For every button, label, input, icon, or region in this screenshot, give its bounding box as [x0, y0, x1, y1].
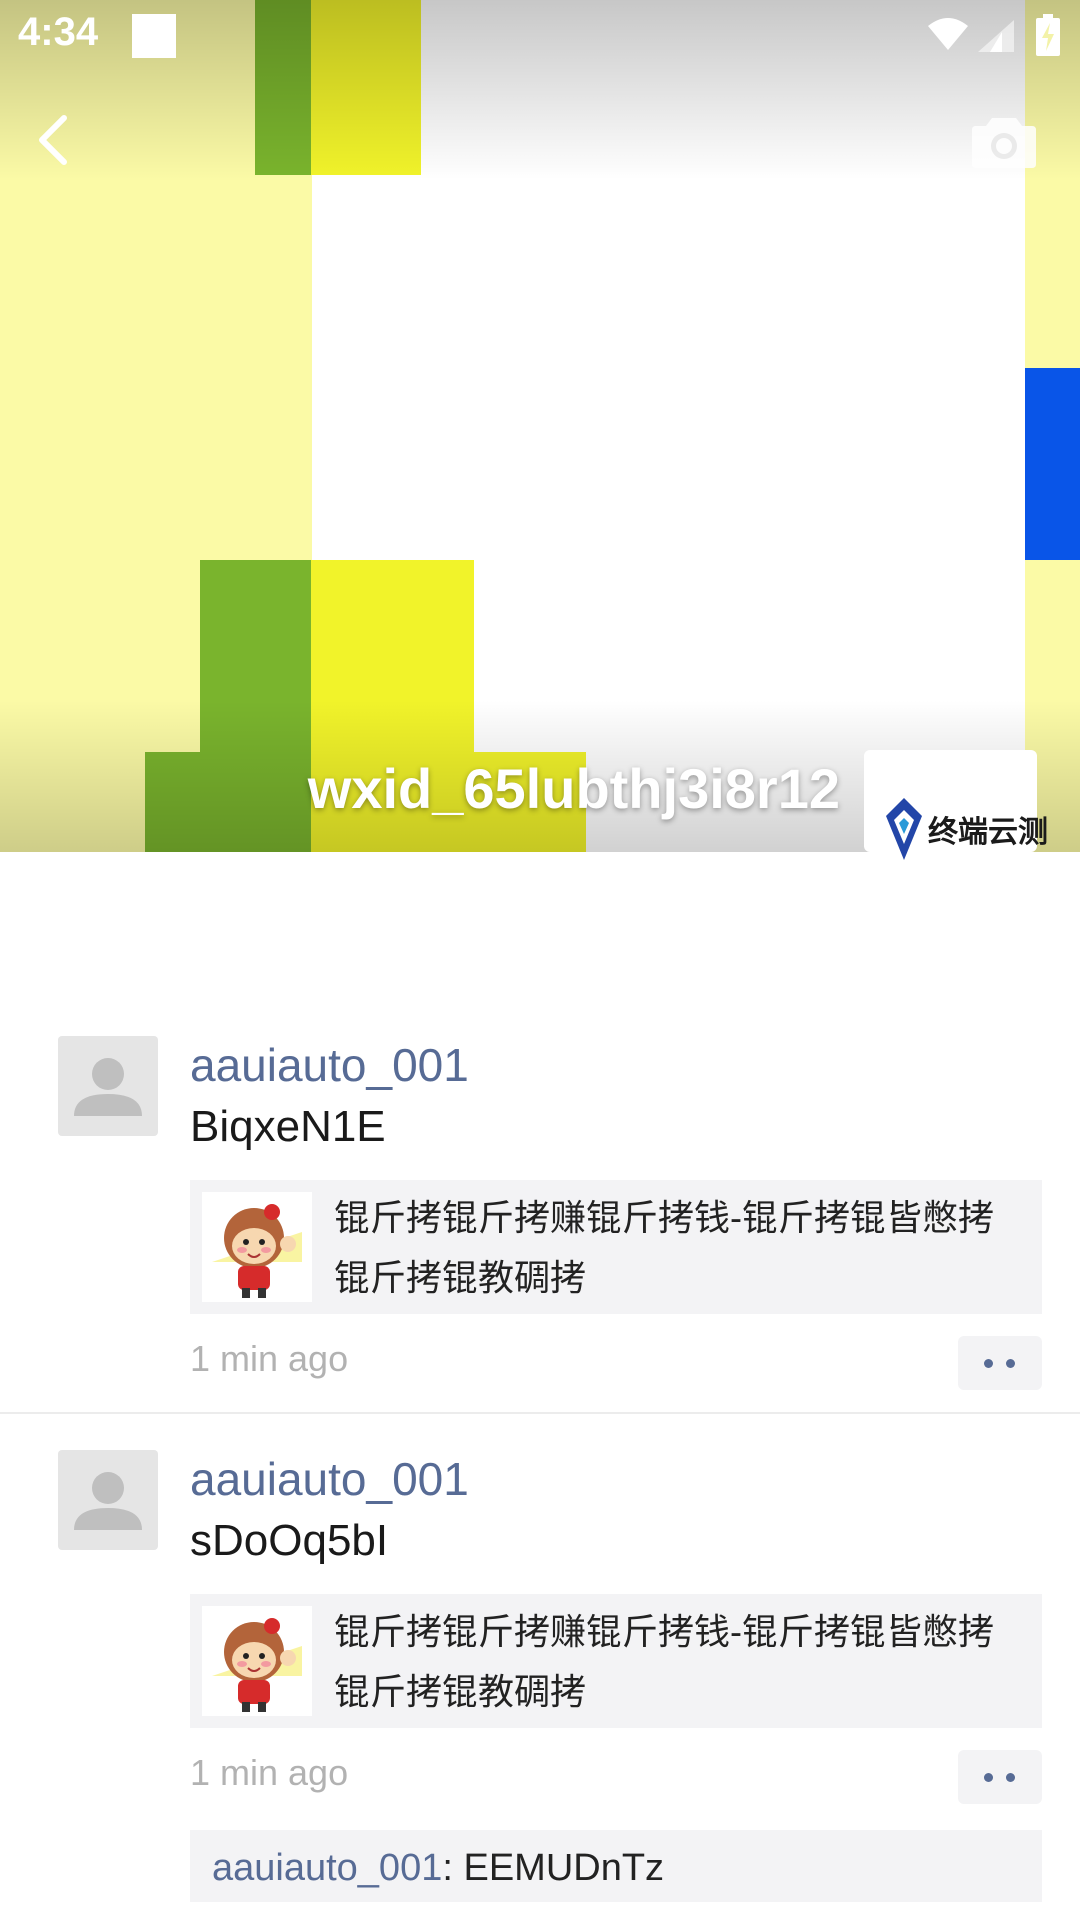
dot-icon — [984, 1773, 993, 1782]
monkey-sticker-icon — [212, 1204, 302, 1298]
camera-icon[interactable] — [972, 112, 1036, 168]
dot-icon — [1006, 1773, 1015, 1782]
brand-logo: 终端云测 — [884, 796, 1048, 862]
album-cover[interactable] — [0, 0, 1080, 852]
comment-user[interactable]: aauiauto_001 — [212, 1847, 442, 1889]
wifi-icon — [928, 18, 968, 50]
default-avatar-icon — [74, 1472, 142, 1530]
shared-link-card[interactable]: 锟斤拷锟斤拷赚锟斤拷钱-锟斤拷锟皆憋拷锟斤拷锟教碉拷 — [190, 1594, 1042, 1728]
post-timestamp: 1 min ago — [190, 1752, 349, 1793]
status-time: 4:34 — [18, 10, 99, 54]
back-arrow-icon[interactable] — [30, 110, 80, 170]
brand-logo-icon — [886, 798, 922, 860]
card-thumbnail — [202, 1192, 312, 1302]
dot-icon — [1006, 1359, 1015, 1368]
dot-icon — [984, 1359, 993, 1368]
more-actions-button[interactable] — [958, 1336, 1042, 1390]
comment[interactable]: aauiauto_001: EEMUDnTz — [190, 1830, 1042, 1902]
card-title: 锟斤拷锟斤拷赚锟斤拷钱-锟斤拷锟皆憋拷锟斤拷锟教碉拷 — [334, 1611, 994, 1712]
cover-username[interactable]: wxid_65lubthj3i8r12 — [308, 756, 840, 821]
default-avatar-icon — [74, 1058, 142, 1116]
avatar[interactable] — [58, 1450, 158, 1550]
post-author[interactable]: aauiauto_001 — [190, 1038, 469, 1092]
cover-block — [1025, 368, 1080, 560]
battery-charging-icon — [1036, 14, 1060, 56]
post-text: sDoOq5bI — [190, 1516, 389, 1565]
status-bar: 4:34 — [0, 0, 1080, 72]
card-title: 锟斤拷锟斤拷赚锟斤拷钱-锟斤拷锟皆憋拷锟斤拷锟教碉拷 — [334, 1197, 994, 1298]
avatar[interactable] — [58, 1036, 158, 1136]
monkey-sticker-icon — [212, 1618, 302, 1712]
more-actions-button[interactable] — [958, 1750, 1042, 1804]
shared-link-card[interactable]: 锟斤拷锟斤拷赚锟斤拷钱-锟斤拷锟皆憋拷锟斤拷锟教碉拷 — [190, 1180, 1042, 1314]
brand-logo-text: 终端云测 — [928, 815, 1048, 850]
post-timestamp: 1 min ago — [190, 1338, 349, 1379]
notification-icon — [132, 14, 176, 58]
signal-icon — [978, 20, 1014, 52]
post-text: BiqxeN1E — [190, 1102, 386, 1151]
post-divider — [0, 1412, 1080, 1414]
comment-text: EEMUDnTz — [463, 1847, 665, 1889]
comment-separator: : — [442, 1847, 464, 1889]
post-author[interactable]: aauiauto_001 — [190, 1452, 469, 1506]
card-thumbnail — [202, 1606, 312, 1716]
